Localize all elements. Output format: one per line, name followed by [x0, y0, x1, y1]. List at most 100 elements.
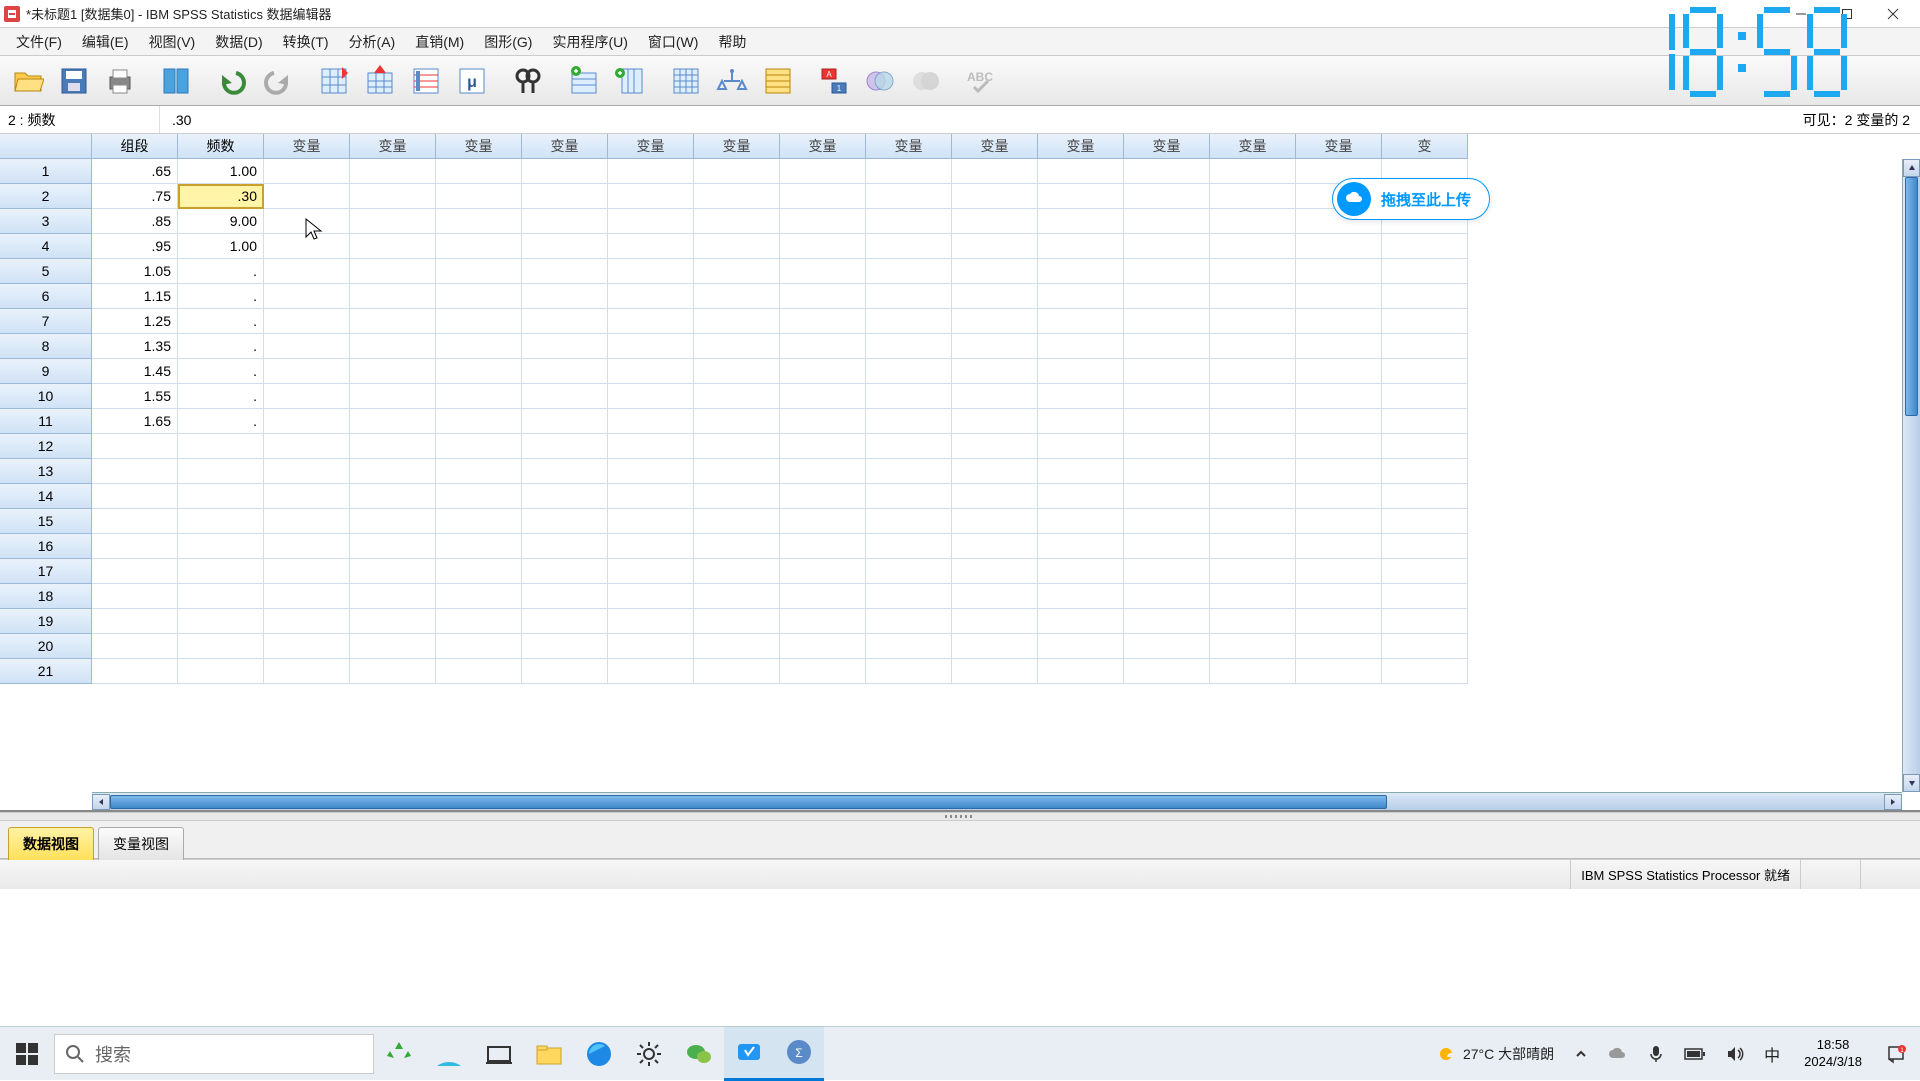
- column-header[interactable]: 变量: [952, 134, 1038, 159]
- data-cell[interactable]: [350, 384, 436, 409]
- data-cell[interactable]: [1382, 359, 1468, 384]
- data-cell[interactable]: [866, 484, 952, 509]
- data-cell[interactable]: [1296, 334, 1382, 359]
- data-cell[interactable]: [1382, 584, 1468, 609]
- data-cell[interactable]: [694, 259, 780, 284]
- data-cell[interactable]: .: [178, 284, 264, 309]
- data-cell[interactable]: [694, 184, 780, 209]
- data-cell[interactable]: [1382, 634, 1468, 659]
- data-cell[interactable]: [1124, 609, 1210, 634]
- data-cell[interactable]: [952, 509, 1038, 534]
- data-cell[interactable]: [608, 609, 694, 634]
- data-cell[interactable]: [1124, 559, 1210, 584]
- data-cell[interactable]: [522, 334, 608, 359]
- data-cell[interactable]: [436, 259, 522, 284]
- data-cell[interactable]: 1.35: [92, 334, 178, 359]
- start-button[interactable]: [0, 1027, 54, 1081]
- data-cell[interactable]: [694, 209, 780, 234]
- data-cell[interactable]: [1124, 159, 1210, 184]
- value-labels-button[interactable]: A1: [812, 61, 856, 101]
- data-cell[interactable]: [522, 209, 608, 234]
- data-cell[interactable]: [694, 484, 780, 509]
- show-all-button[interactable]: [904, 61, 948, 101]
- menu-data[interactable]: 数据(D): [205, 30, 272, 54]
- column-header[interactable]: 变量: [1296, 134, 1382, 159]
- data-cell[interactable]: [866, 459, 952, 484]
- data-cell[interactable]: [350, 484, 436, 509]
- data-cell[interactable]: 1.65: [92, 409, 178, 434]
- data-cell[interactable]: [952, 184, 1038, 209]
- data-cell[interactable]: [952, 209, 1038, 234]
- close-button[interactable]: [1870, 1, 1916, 27]
- data-cell[interactable]: [608, 659, 694, 684]
- data-cell[interactable]: [264, 659, 350, 684]
- data-cell[interactable]: [264, 209, 350, 234]
- data-cell[interactable]: [92, 434, 178, 459]
- data-cell[interactable]: [1210, 234, 1296, 259]
- data-cell[interactable]: [694, 459, 780, 484]
- data-cell[interactable]: [264, 434, 350, 459]
- data-cell[interactable]: [1382, 534, 1468, 559]
- data-cell[interactable]: [1210, 534, 1296, 559]
- data-cell[interactable]: [350, 459, 436, 484]
- data-cell[interactable]: [1038, 234, 1124, 259]
- data-cell[interactable]: [952, 409, 1038, 434]
- menu-view[interactable]: 视图(V): [139, 30, 206, 54]
- data-cell[interactable]: [694, 159, 780, 184]
- data-cell[interactable]: 1.05: [92, 259, 178, 284]
- data-cell[interactable]: [522, 459, 608, 484]
- data-cell[interactable]: [1210, 459, 1296, 484]
- insert-variable-button[interactable]: [608, 61, 652, 101]
- data-cell[interactable]: [436, 559, 522, 584]
- data-cell[interactable]: [436, 459, 522, 484]
- data-cell[interactable]: [350, 359, 436, 384]
- tray-clock[interactable]: 18:58 2024/3/18: [1794, 1037, 1872, 1071]
- data-cell[interactable]: [436, 409, 522, 434]
- data-cell[interactable]: [350, 209, 436, 234]
- data-cell[interactable]: [522, 659, 608, 684]
- data-cell[interactable]: [780, 259, 866, 284]
- data-cell[interactable]: [1038, 259, 1124, 284]
- data-cell[interactable]: [780, 234, 866, 259]
- data-cell[interactable]: [952, 434, 1038, 459]
- data-cell[interactable]: 1.00: [178, 234, 264, 259]
- data-cell[interactable]: [780, 559, 866, 584]
- data-cell[interactable]: [264, 234, 350, 259]
- data-cell[interactable]: [264, 259, 350, 284]
- data-cell[interactable]: [1210, 484, 1296, 509]
- data-cell[interactable]: [522, 359, 608, 384]
- menu-transform[interactable]: 转换(T): [273, 30, 339, 54]
- data-cell[interactable]: [866, 609, 952, 634]
- menu-edit[interactable]: 编辑(E): [72, 30, 139, 54]
- data-cell[interactable]: .: [178, 334, 264, 359]
- data-cell[interactable]: [952, 584, 1038, 609]
- maximize-button[interactable]: [1824, 1, 1870, 27]
- data-cell[interactable]: [866, 334, 952, 359]
- data-cell[interactable]: [1382, 434, 1468, 459]
- data-cell[interactable]: [522, 159, 608, 184]
- row-header[interactable]: 14: [0, 484, 92, 509]
- data-cell[interactable]: [952, 384, 1038, 409]
- data-cell[interactable]: [264, 484, 350, 509]
- data-cell[interactable]: [1124, 384, 1210, 409]
- data-cell[interactable]: [436, 334, 522, 359]
- data-cell[interactable]: [178, 634, 264, 659]
- data-cell[interactable]: .95: [92, 234, 178, 259]
- data-cell[interactable]: [694, 409, 780, 434]
- data-cell[interactable]: [1296, 309, 1382, 334]
- weight-cases-button[interactable]: [710, 61, 754, 101]
- data-cell[interactable]: [178, 584, 264, 609]
- menu-window[interactable]: 窗口(W): [638, 30, 709, 54]
- splitter-gripper[interactable]: [0, 812, 1920, 821]
- data-cell[interactable]: [522, 284, 608, 309]
- data-cell[interactable]: [780, 284, 866, 309]
- data-cell[interactable]: [1124, 459, 1210, 484]
- data-cell[interactable]: [522, 184, 608, 209]
- data-cell[interactable]: [1038, 159, 1124, 184]
- data-cell[interactable]: [178, 484, 264, 509]
- data-cell[interactable]: [264, 634, 350, 659]
- data-cell[interactable]: [1038, 659, 1124, 684]
- data-cell[interactable]: [866, 509, 952, 534]
- data-cell[interactable]: [1038, 309, 1124, 334]
- data-cell[interactable]: [522, 484, 608, 509]
